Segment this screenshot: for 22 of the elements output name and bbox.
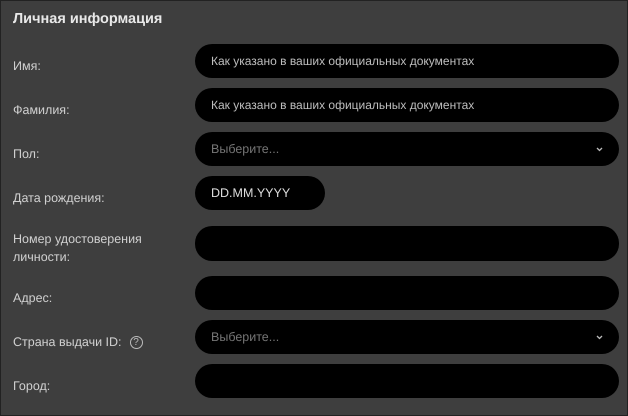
field-label: Страна выдачи ID: xyxy=(13,334,122,352)
input-field[interactable] xyxy=(195,276,619,310)
chevron-down-icon xyxy=(596,146,603,152)
input-field[interactable] xyxy=(195,226,619,261)
field-label: Пол: xyxy=(13,146,40,163)
select-field[interactable]: Выберите... xyxy=(195,132,619,166)
chevron-down-icon xyxy=(596,334,603,340)
select-placeholder: Выберите... xyxy=(211,330,280,344)
field-label: Дата рождения: xyxy=(13,190,105,207)
field-label: Фамилия: xyxy=(13,102,70,119)
select-placeholder: Выберите... xyxy=(211,142,280,156)
section-title: Личная информация xyxy=(13,11,164,27)
field-label: Адрес: xyxy=(13,290,52,308)
input-field[interactable]: Как указано в ваших официальных документах xyxy=(195,44,619,78)
input-field[interactable]: Как указано в ваших официальных документах xyxy=(195,88,619,122)
input-field[interactable] xyxy=(195,364,619,398)
select-field[interactable]: Выберите... xyxy=(195,320,619,354)
field-label: Номер удостоверения личности: xyxy=(13,231,143,266)
field-label: Город: xyxy=(13,378,50,396)
help-icon[interactable]: ? xyxy=(130,336,143,349)
date-field[interactable]: DD.MM.YYYY xyxy=(195,176,325,210)
field-label: Имя: xyxy=(13,58,41,75)
